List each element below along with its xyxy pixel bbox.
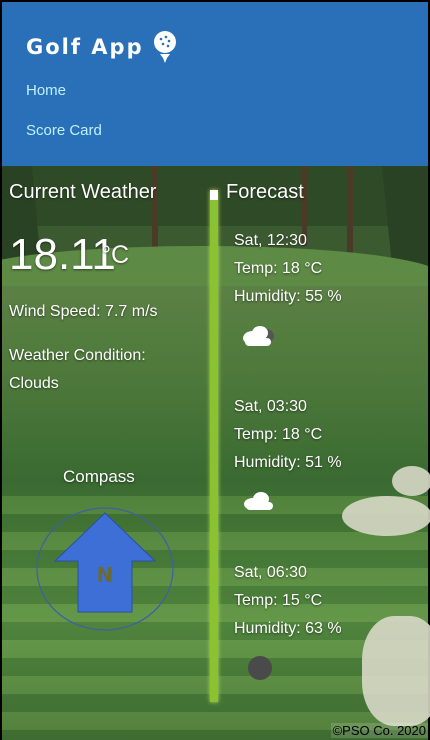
forecast-humidity: Humidity: 55 % — [234, 288, 342, 305]
temperature-unit: °C — [101, 241, 130, 269]
compass: N — [36, 507, 174, 631]
forecast-item: Sat, 03:30 Temp: 18 °C Humidity: 51 % — [234, 393, 342, 477]
forecast-heading: Forecast — [226, 181, 304, 203]
forecast-humidity: Humidity: 63 % — [234, 620, 342, 637]
forecast-item: Sat, 12:30 Temp: 18 °C Humidity: 55 % — [234, 227, 342, 311]
app-title: Golf App — [26, 35, 144, 59]
weather-condition-label: Weather Condition: — [9, 347, 146, 364]
weather-condition-value: Clouds — [9, 375, 59, 392]
header-bar: Golf App Home Score Card — [2, 2, 428, 166]
forecast-time: Sat, 12:30 — [234, 232, 307, 249]
golf-ball-icon — [153, 31, 176, 63]
forecast-temp: Temp: 18 °C — [234, 426, 323, 443]
forecast-time: Sat, 06:30 — [234, 564, 307, 581]
nav-link-home[interactable]: Home — [26, 82, 66, 99]
compass-letter: N — [97, 563, 114, 587]
nav-link-score-card[interactable]: Score Card — [26, 122, 102, 139]
sand-bunker — [392, 466, 430, 496]
sand-bunker — [342, 496, 430, 536]
footer-copyright: ©PSO Co. 2020 — [330, 723, 428, 738]
forecast-temp: Temp: 18 °C — [234, 260, 323, 277]
app-frame: Golf App Home Score Card Current Weather… — [0, 0, 430, 740]
current-weather-heading: Current Weather — [9, 181, 157, 203]
forecast-item: Sat, 06:30 Temp: 15 °C Humidity: 63 % — [234, 559, 342, 643]
current-temperature: 18.11 — [9, 230, 116, 279]
dark-cloud-icon — [248, 656, 272, 680]
column-divider — [210, 190, 218, 702]
forecast-time: Sat, 03:30 — [234, 398, 307, 415]
cloud-icon — [244, 492, 273, 510]
wind-speed: Wind Speed: 7.7 m/s — [9, 303, 158, 320]
compass-label: Compass — [63, 467, 135, 486]
forecast-temp: Temp: 15 °C — [234, 592, 323, 609]
cloud-icon — [243, 326, 274, 346]
divider-cap — [210, 190, 218, 200]
brand: Golf App — [26, 30, 178, 64]
forecast-humidity: Humidity: 51 % — [234, 454, 342, 471]
sand-bunker — [362, 616, 430, 726]
